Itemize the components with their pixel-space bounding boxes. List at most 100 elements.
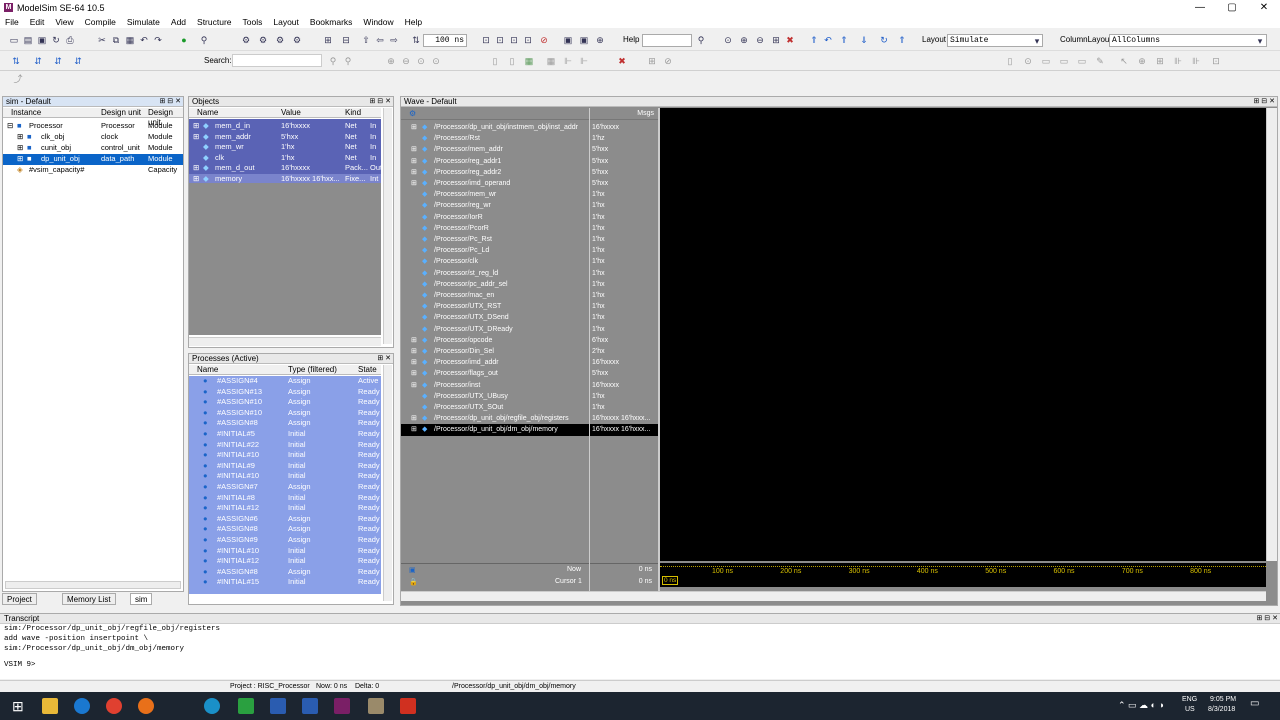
step-over-icon[interactable]: ⊕ bbox=[594, 34, 606, 46]
object-row[interactable]: ⊞ ◆ mem_d_out 16'hxxxx Pack... Out bbox=[189, 163, 382, 174]
menu-tools[interactable]: Tools bbox=[238, 17, 269, 27]
sim-row-processor[interactable]: ⊟ ■ Processor Processor Module bbox=[3, 121, 183, 132]
layout-select[interactable]: Simulate bbox=[947, 34, 1043, 47]
print-icon[interactable]: ⎙ bbox=[64, 34, 76, 46]
objects-panel-close-icon[interactable]: ⊞ ⊟ ✕ bbox=[370, 97, 392, 107]
processes-v-scrollbar[interactable] bbox=[383, 365, 392, 601]
run-continue-icon[interactable]: ⊡ bbox=[494, 34, 506, 46]
wave-delete-icon[interactable]: ✖ bbox=[616, 55, 628, 67]
process-row[interactable]: ● #ASSIGN#9 Assign Ready bbox=[189, 535, 381, 546]
run-icon[interactable]: ⊡ bbox=[480, 34, 492, 46]
wave-signal-row[interactable]: ⊞ ◆ /Processor/opcode bbox=[401, 335, 589, 346]
wave-signal-row[interactable]: ⊞ ◆ /Processor/imd_addr bbox=[401, 357, 589, 368]
wave-signal-row[interactable]: ⊞ ◆ /Processor/dp_unit_obj/instmem_obj/ins… bbox=[401, 122, 589, 133]
zoom-cursor-icon[interactable]: ⊙ bbox=[430, 55, 442, 67]
processes-panel-close-icon[interactable]: ⊞ ✕ bbox=[377, 354, 391, 364]
wave-options-icon[interactable]: ⊟ bbox=[340, 34, 352, 46]
wave-signal-row[interactable]: ◆ /Processor/UTX_SOut bbox=[401, 402, 589, 413]
wave-signal-row[interactable]: ◆ /Processor/pc_addr_sel bbox=[401, 279, 589, 290]
paste-icon[interactable]: ▦ bbox=[124, 34, 136, 46]
notifications-icon[interactable]: ▭ bbox=[1250, 698, 1259, 709]
wave-signal-row[interactable]: ◆ /Processor/mac_en bbox=[401, 290, 589, 301]
app-icon-grid[interactable] bbox=[368, 698, 384, 714]
process-row[interactable]: ● #INITIAL#22 Initial Ready bbox=[189, 440, 381, 451]
zoom-in-icon[interactable]: ⊕ bbox=[738, 34, 750, 46]
zoom-mode-icon[interactable]: ⊙ bbox=[1022, 55, 1034, 67]
object-row[interactable]: ⊞ ◆ mem_d_in 16'hxxxx Net In bbox=[189, 121, 381, 132]
processes-col-state[interactable]: State bbox=[358, 365, 377, 375]
process-row[interactable]: ● #ASSIGN#13 Assign Ready bbox=[189, 387, 381, 398]
break-icon[interactable]: ⊡ bbox=[522, 34, 534, 46]
processes-col-name[interactable]: Name bbox=[197, 365, 218, 375]
tray-time[interactable]: 9:05 PM bbox=[1210, 696, 1236, 703]
objects-col-value[interactable]: Value bbox=[281, 108, 301, 118]
wave-compare-icon[interactable]: ⊞ bbox=[646, 55, 658, 67]
zoom-out-icon[interactable]: ⊖ bbox=[754, 34, 766, 46]
objects-col-kind[interactable]: Kind bbox=[345, 108, 361, 118]
select-mode-icon[interactable]: ▭ bbox=[1040, 55, 1052, 67]
wave-signal-row[interactable]: ⊞ ◆ /Processor/dp_unit_obj/regfile_obj/reg… bbox=[401, 413, 589, 424]
process-row[interactable]: ● #INITIAL#9 Initial Ready bbox=[189, 461, 381, 472]
menu-simulate[interactable]: Simulate bbox=[122, 17, 166, 27]
app-icon-circle[interactable] bbox=[204, 698, 220, 714]
wave-divider[interactable] bbox=[589, 108, 590, 598]
process-row[interactable]: ● #INITIAL#10 Initial Ready bbox=[189, 471, 381, 482]
filter-icon[interactable]: ⇵ bbox=[52, 55, 64, 67]
menu-compile[interactable]: Compile bbox=[80, 17, 122, 27]
add-wave-icon[interactable]: ⊞ bbox=[322, 34, 334, 46]
wave-signal-row[interactable]: ⊞ ◆ /Processor/inst bbox=[401, 380, 589, 391]
zoom-icon[interactable]: ⊙ bbox=[722, 34, 734, 46]
expand-icon[interactable]: ⊞ bbox=[411, 335, 417, 346]
step-icon-a[interactable]: ⤴ bbox=[12, 73, 24, 85]
zoom-area-icon[interactable]: ⊕ bbox=[1136, 55, 1148, 67]
wave-step2-icon[interactable]: ⊪ bbox=[1172, 55, 1184, 67]
run-all-icon[interactable]: ⊡ bbox=[508, 34, 520, 46]
menu-layout[interactable]: Layout bbox=[268, 17, 305, 27]
sim-col-design-unit[interactable]: Design unit bbox=[101, 108, 141, 118]
edge-prev-icon[interactable]: ⊩ bbox=[562, 55, 574, 67]
menu-window[interactable]: Window bbox=[358, 17, 399, 27]
wave-signal-row[interactable]: ⊞ ◆ /Processor/mem_addr bbox=[401, 144, 589, 155]
wave-signal-row[interactable]: ⊞ ◆ /Processor/imd_operand bbox=[401, 178, 589, 189]
expand-icon[interactable]: ⊞ bbox=[411, 424, 417, 435]
search-prev-icon[interactable]: ⚲ bbox=[342, 55, 354, 67]
wave-signal-row[interactable]: ⊞ ◆ /Processor/reg_addr2 bbox=[401, 167, 589, 178]
transcript-close-icon[interactable]: ⊞ ⊟ ✕ bbox=[1257, 614, 1279, 624]
gear-icon[interactable]: ⚙ bbox=[240, 34, 252, 46]
wave-signal-row[interactable]: ◆ /Processor/Pc_Rst bbox=[401, 234, 589, 245]
grid-icon[interactable]: ▦ bbox=[523, 55, 535, 67]
draw-mode-icon[interactable]: ▭ bbox=[1076, 55, 1088, 67]
zoom-out-icon-2[interactable]: ⊖ bbox=[400, 55, 412, 67]
help-search-icon[interactable]: ⚲ bbox=[695, 34, 707, 46]
process-row[interactable]: ● #ASSIGN#6 Assign Ready bbox=[189, 514, 381, 525]
wave-signal-row[interactable]: ◆ /Processor/PcorR bbox=[401, 223, 589, 234]
find-icon[interactable]: ⚲ bbox=[198, 34, 210, 46]
zoom-fit-icon[interactable]: ⊙ bbox=[415, 55, 427, 67]
object-row[interactable]: ◆ mem_wr 1'hx Net In bbox=[189, 142, 381, 153]
expand-icon[interactable]: ⇵ bbox=[32, 55, 44, 67]
tray-lang[interactable]: ENG bbox=[1182, 696, 1197, 703]
copy-icon[interactable]: ⧉ bbox=[110, 34, 122, 46]
menu-bookmarks[interactable]: Bookmarks bbox=[305, 17, 359, 27]
processes-col-type[interactable]: Type (filtered) bbox=[288, 365, 337, 375]
tray-icons[interactable]: ⌃ ▭ ☁ ◐ ◑ bbox=[1118, 700, 1164, 711]
expand-icon[interactable]: ⊞ bbox=[411, 368, 417, 379]
back-arrow-icon[interactable]: ⇦ bbox=[374, 34, 386, 46]
wave-signal-row[interactable]: ◆ /Processor/UTX_DReady bbox=[401, 324, 589, 335]
expand-icon[interactable]: ⊞ bbox=[411, 413, 417, 424]
wave-signal-row[interactable]: ◆ /Processor/clk bbox=[401, 256, 589, 267]
edge-next-icon[interactable]: ⊩ bbox=[578, 55, 590, 67]
expand-icon[interactable]: ⊞ bbox=[411, 380, 417, 391]
pointer-icon[interactable]: ↖ bbox=[1118, 55, 1130, 67]
expand-icon[interactable]: ⊞ bbox=[193, 132, 199, 143]
step-into-icon[interactable]: ⇓ bbox=[858, 34, 870, 46]
minimize-button[interactable]: — bbox=[1184, 0, 1216, 15]
restart-icon[interactable]: ▣ bbox=[562, 34, 574, 46]
chevron-down-icon[interactable]: ▾ bbox=[1031, 35, 1043, 47]
wave-combine-icon[interactable]: ⊘ bbox=[662, 55, 674, 67]
chevron-down-icon-2[interactable]: ▾ bbox=[1254, 35, 1266, 47]
expand-icon[interactable]: ⊞ bbox=[411, 156, 417, 167]
transcript-prompt[interactable]: VSIM 9> bbox=[0, 660, 1280, 670]
forward-arrow-icon[interactable]: ⇨ bbox=[388, 34, 400, 46]
process-row[interactable]: ● #ASSIGN#8 Assign Ready bbox=[189, 524, 381, 535]
